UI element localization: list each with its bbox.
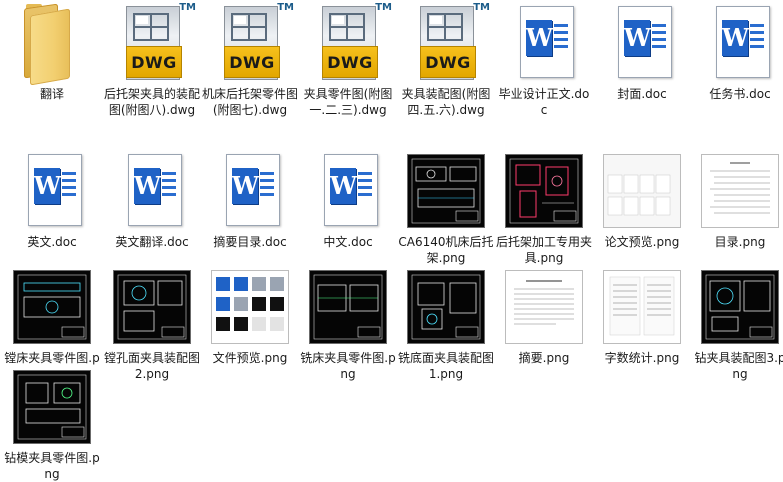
cad-image-thumbnail xyxy=(104,266,200,346)
file-label: 中文.doc xyxy=(323,235,373,249)
word-file-icon: W xyxy=(202,150,298,230)
word-letter: W xyxy=(330,168,357,204)
word-file-icon: W xyxy=(300,150,396,230)
file-label: 英文翻译.doc xyxy=(115,235,189,249)
word-letter: W xyxy=(722,20,749,56)
file-label: 铣底面夹具装配图1.png xyxy=(398,351,495,381)
file-label: 封面.doc xyxy=(617,87,667,101)
dwg-badge: DWG xyxy=(229,53,275,72)
file-label: 论文预览.png xyxy=(604,235,680,249)
cad-image-thumbnail xyxy=(4,366,100,446)
png-file-item[interactable]: 钻夹具装配图3.png xyxy=(692,266,783,382)
dwg-file-item[interactable]: DWG TM 夹具装配图(附图四.五.六).dwg xyxy=(398,2,494,118)
word-file-item[interactable]: W 毕业设计正文.doc xyxy=(496,2,592,118)
folder-icon xyxy=(4,2,100,86)
file-label: 后托架夹具的装配图(附图八).dwg xyxy=(104,87,201,117)
cad-image-thumbnail xyxy=(4,266,100,346)
png-file-item[interactable]: 铣底面夹具装配图1.png xyxy=(398,266,494,382)
file-label: 目录.png xyxy=(714,235,766,249)
png-file-item[interactable]: 镗床夹具零件图.png xyxy=(4,266,100,382)
file-label: 机床后托架零件图(附图七).dwg xyxy=(202,87,299,117)
file-label: 镗孔面夹具装配图2.png xyxy=(104,351,201,381)
word-letter: W xyxy=(34,168,61,204)
file-label: 钻模夹具零件图.png xyxy=(4,451,100,481)
word-file-icon: W xyxy=(104,150,200,230)
paper-image-thumbnail xyxy=(692,150,783,230)
folder-item[interactable]: 翻译 xyxy=(4,2,100,102)
file-label: 英文.doc xyxy=(27,235,77,249)
png-file-item[interactable]: 字数统计.png xyxy=(594,266,690,366)
word-file-icon: W xyxy=(692,2,783,82)
dwg-badge: DWG xyxy=(425,53,471,72)
png-file-item[interactable]: 钻模夹具零件图.png xyxy=(4,366,100,482)
dwg-file-icon: DWG TM xyxy=(300,2,396,82)
png-file-item[interactable]: 铣床夹具零件图.png xyxy=(300,266,396,382)
file-label: 后托架加工专用夹具.png xyxy=(496,235,593,265)
dwg-tm: TM xyxy=(375,2,392,13)
dwg-tm: TM xyxy=(473,2,490,13)
word-file-item[interactable]: W 封面.doc xyxy=(594,2,690,102)
paper-image-thumbnail xyxy=(496,266,592,346)
file-label: 夹具零件图(附图一.二.三).dwg xyxy=(303,87,393,117)
cad-image-thumbnail xyxy=(398,266,494,346)
word-file-icon: W xyxy=(496,2,592,82)
png-file-item[interactable]: 后托架加工专用夹具.png xyxy=(496,150,592,266)
file-label: 翻译 xyxy=(39,87,64,101)
file-label: 任务书.doc xyxy=(709,87,771,101)
dwg-tm: TM xyxy=(277,2,294,13)
file-label: 字数统计.png xyxy=(604,351,680,365)
png-file-item[interactable]: 目录.png xyxy=(692,150,783,250)
word-file-item[interactable]: W 中文.doc xyxy=(300,150,396,250)
dwg-file-item[interactable]: DWG TM 后托架夹具的装配图(附图八).dwg xyxy=(104,2,200,118)
word-letter: W xyxy=(134,168,161,204)
word-letter: W xyxy=(526,20,553,56)
file-label: 钻夹具装配图3.png xyxy=(694,351,783,381)
dwg-badge: DWG xyxy=(131,53,177,72)
file-label: CA6140机床后托架.png xyxy=(398,235,494,265)
dwg-file-icon: DWG TM xyxy=(202,2,298,82)
word-file-item[interactable]: W 任务书.doc xyxy=(692,2,783,102)
png-file-item[interactable]: 镗孔面夹具装配图2.png xyxy=(104,266,200,382)
preview-image-thumbnail xyxy=(202,266,298,346)
file-label: 文件预览.png xyxy=(212,351,288,365)
word-letter: W xyxy=(624,20,651,56)
file-grid: 翻译 DWG TM 后托架夹具的装配图(附图八).dwg DWG TM 机床后托… xyxy=(0,0,783,481)
png-file-item[interactable]: CA6140机床后托架.png xyxy=(398,150,494,266)
word-file-item[interactable]: W 英文.doc xyxy=(4,150,100,250)
cad-image-thumbnail xyxy=(496,150,592,230)
png-file-item[interactable]: 摘要.png xyxy=(496,266,592,366)
file-label: 铣床夹具零件图.png xyxy=(300,351,396,381)
word-file-icon: W xyxy=(4,150,100,230)
word-file-icon: W xyxy=(594,2,690,82)
file-label: 摘要目录.doc xyxy=(213,235,287,249)
file-label: 毕业设计正文.doc xyxy=(498,87,590,117)
word-file-item[interactable]: W 摘要目录.doc xyxy=(202,150,298,250)
paper-image-thumbnail xyxy=(594,266,690,346)
cad-image-thumbnail xyxy=(398,150,494,230)
dwg-file-item[interactable]: DWG TM 夹具零件图(附图一.二.三).dwg xyxy=(300,2,396,118)
word-letter: W xyxy=(232,168,259,204)
word-file-item[interactable]: W 英文翻译.doc xyxy=(104,150,200,250)
dwg-file-icon: DWG TM xyxy=(104,2,200,82)
dwg-tm: TM xyxy=(179,2,196,13)
dwg-file-item[interactable]: DWG TM 机床后托架零件图(附图七).dwg xyxy=(202,2,298,118)
png-file-item[interactable]: 文件预览.png xyxy=(202,266,298,366)
file-label: 夹具装配图(附图四.五.六).dwg xyxy=(401,87,491,117)
cad-image-thumbnail xyxy=(692,266,783,346)
png-file-item[interactable]: 论文预览.png xyxy=(594,150,690,250)
cad-image-thumbnail xyxy=(300,266,396,346)
dwg-file-icon: DWG TM xyxy=(398,2,494,82)
file-label: 摘要.png xyxy=(518,351,570,365)
paper-image-thumbnail xyxy=(594,150,690,230)
dwg-badge: DWG xyxy=(327,53,373,72)
